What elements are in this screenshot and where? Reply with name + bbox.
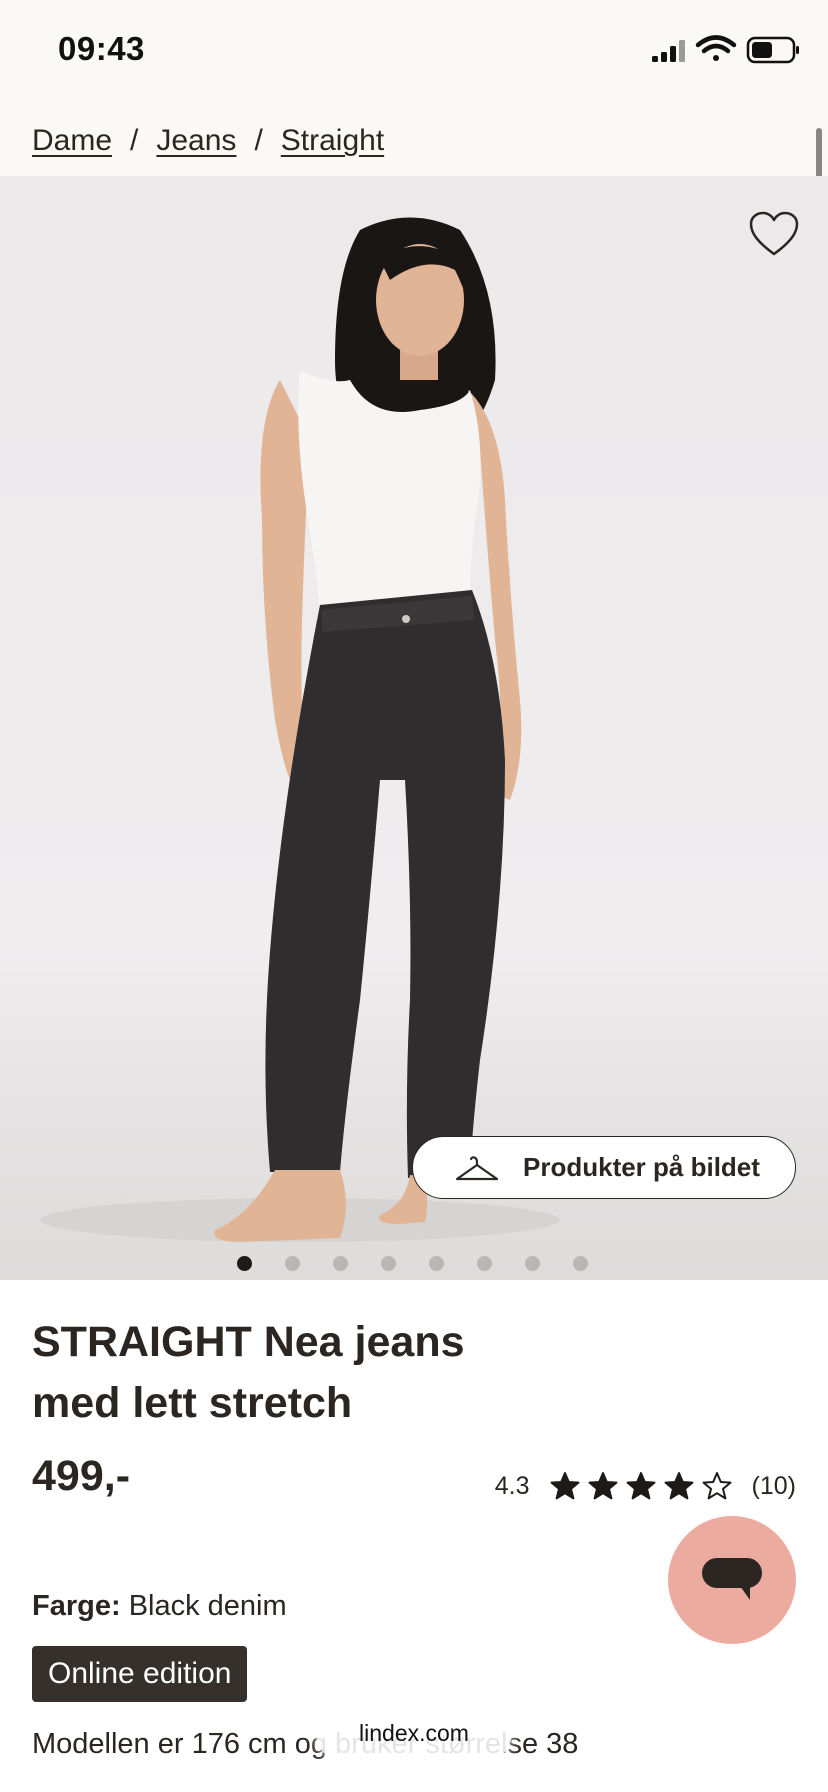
star-filled-icon — [550, 1472, 580, 1500]
gallery-dot[interactable] — [237, 1256, 252, 1271]
hanger-icon — [455, 1155, 499, 1180]
rating-count: (10) — [751, 1471, 796, 1500]
products-in-image-button[interactable]: Produkter på bildet — [412, 1136, 796, 1199]
heart-icon — [749, 211, 799, 256]
star-filled-icon — [626, 1472, 656, 1500]
breadcrumb-separator: / — [130, 124, 139, 157]
color-value: Black denim — [128, 1590, 287, 1622]
gallery-dot[interactable] — [285, 1256, 300, 1271]
product-title: STRAIGHT Nea jeans med lett stretch — [32, 1312, 592, 1434]
breadcrumb-separator: / — [254, 124, 263, 157]
signal-icon — [652, 40, 685, 62]
wifi-icon — [695, 35, 737, 61]
breadcrumb: Dame / Jeans / Straight — [32, 124, 384, 158]
product-photo — [40, 217, 560, 1242]
gallery-dot[interactable] — [381, 1256, 396, 1271]
online-edition-badge: Online edition — [32, 1646, 248, 1702]
wishlist-heart-button[interactable] — [748, 210, 800, 258]
battery-icon — [746, 36, 799, 64]
chat-icon — [702, 1558, 762, 1600]
browser-url-bar[interactable]: lindex.com — [316, 1704, 512, 1762]
products-in-image-label: Produkter på bildet — [523, 1152, 760, 1182]
gallery-dot[interactable] — [429, 1256, 444, 1271]
status-time: 09:43 — [58, 30, 145, 67]
rating-value: 4.3 — [494, 1471, 530, 1500]
gallery-dot[interactable] — [333, 1256, 348, 1271]
status-icons — [628, 0, 828, 100]
product-title-line-1: STRAIGHT Nea jeans — [32, 1318, 465, 1366]
star-filled-icon — [664, 1472, 694, 1500]
product-price: 499,- — [32, 1452, 131, 1500]
star-outline-icon — [702, 1472, 732, 1500]
gallery-dot[interactable] — [525, 1256, 540, 1271]
chat-button[interactable] — [668, 1516, 796, 1644]
gallery-dot[interactable] — [477, 1256, 492, 1271]
product-rating[interactable]: 4.3 (10) — [495, 1466, 796, 1506]
product-image-gallery[interactable] — [0, 176, 828, 1280]
product-title-line-2: med lett stretch — [32, 1379, 353, 1427]
gallery-dot[interactable] — [573, 1256, 588, 1271]
status-bar: 09:43 — [0, 0, 828, 100]
breadcrumb-link-straight[interactable]: Straight — [281, 124, 384, 158]
breadcrumb-link-jeans[interactable]: Jeans — [156, 124, 236, 158]
star-filled-icon — [588, 1472, 618, 1500]
color-label: Farge: — [32, 1590, 121, 1622]
color-selection: Farge: Black denim — [32, 1590, 287, 1623]
rating-stars — [550, 1471, 732, 1501]
breadcrumb-link-dame[interactable]: Dame — [32, 124, 112, 158]
